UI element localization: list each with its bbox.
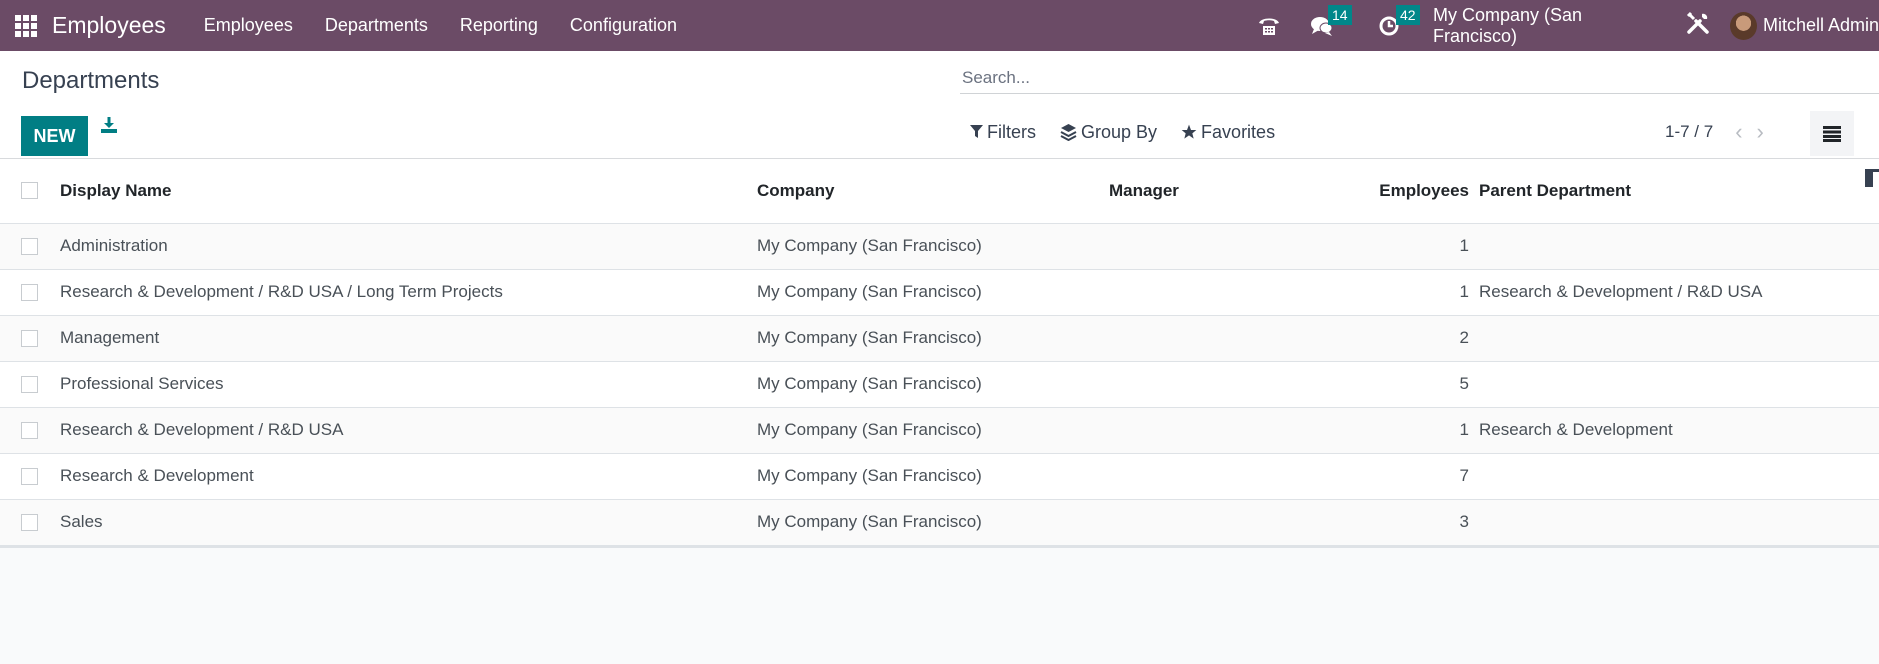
- row-checkbox[interactable]: [21, 375, 38, 393]
- cell-parent-department[interactable]: [1479, 361, 1879, 408]
- filters-label: Filters: [987, 121, 1036, 142]
- table-row[interactable]: Research & Development / R&D USA My Compa…: [0, 407, 1879, 454]
- row-checkbox[interactable]: [21, 467, 38, 485]
- table-row[interactable]: Administration My Company (San Francisco)…: [0, 223, 1879, 270]
- table-bottom-divider: [0, 545, 1879, 548]
- nav-configuration[interactable]: Configuration: [570, 15, 677, 36]
- table-row[interactable]: Professional Services My Company (San Fra…: [0, 361, 1879, 408]
- cell-company[interactable]: My Company (San Francisco): [757, 453, 1109, 500]
- table-row[interactable]: Research & Development My Company (San Fr…: [0, 453, 1879, 500]
- column-header-parent-department[interactable]: Parent Department: [1479, 159, 1879, 224]
- favorites-label: Favorites: [1201, 121, 1276, 142]
- filter-icon: [970, 125, 983, 138]
- cell-employees[interactable]: 2: [1285, 315, 1479, 362]
- search-bar: [960, 63, 1879, 94]
- cell-display-name[interactable]: Management: [60, 315, 757, 362]
- user-name[interactable]: Mitchell Admin: [1763, 15, 1879, 36]
- cell-employees[interactable]: 5: [1285, 361, 1479, 408]
- pager-next-icon[interactable]: ›: [1757, 119, 1764, 145]
- activities-clock-icon[interactable]: 42: [1378, 4, 1420, 37]
- messages-icon[interactable]: 14: [1310, 4, 1352, 37]
- cell-display-name[interactable]: Sales: [60, 499, 757, 546]
- nav-reporting[interactable]: Reporting: [460, 15, 538, 36]
- app-title[interactable]: Employees: [52, 12, 166, 39]
- pager-previous-icon[interactable]: ‹: [1735, 119, 1742, 145]
- company-switcher[interactable]: My Company (San Francisco): [1433, 5, 1660, 47]
- top-navbar: Employees Employees Departments Reportin…: [0, 0, 1879, 51]
- row-checkbox[interactable]: [21, 421, 38, 439]
- table-header-row: Display Name Company Manager Employees P…: [0, 159, 1879, 224]
- row-checkbox[interactable]: [21, 513, 38, 531]
- row-checkbox[interactable]: [21, 237, 38, 255]
- cell-manager[interactable]: [1109, 223, 1285, 270]
- cell-employees[interactable]: 1: [1285, 269, 1479, 316]
- cell-manager[interactable]: [1109, 407, 1285, 454]
- nav-departments[interactable]: Departments: [325, 15, 428, 36]
- cell-parent-department[interactable]: [1479, 499, 1879, 546]
- cell-employees[interactable]: 1: [1285, 407, 1479, 454]
- cell-employees[interactable]: 3: [1285, 499, 1479, 546]
- cell-parent-department[interactable]: Research & Development: [1479, 407, 1879, 454]
- cell-manager[interactable]: [1109, 499, 1285, 546]
- cell-display-name[interactable]: Research & Development: [60, 453, 757, 500]
- app-menu-icon[interactable]: [15, 14, 37, 37]
- cell-company[interactable]: My Company (San Francisco): [757, 223, 1109, 270]
- layers-icon: [1060, 124, 1077, 141]
- cell-display-name[interactable]: Administration: [60, 223, 757, 270]
- departments-table: Display Name Company Manager Employees P…: [0, 159, 1879, 546]
- cell-parent-department[interactable]: [1479, 315, 1879, 362]
- cell-manager[interactable]: [1109, 361, 1285, 408]
- new-button[interactable]: NEW: [21, 116, 88, 156]
- column-header-employees[interactable]: Employees: [1285, 159, 1479, 224]
- cell-display-name[interactable]: Research & Development / R&D USA: [60, 407, 757, 454]
- cell-parent-department[interactable]: [1479, 223, 1879, 270]
- group-by-button[interactable]: Group By: [1060, 122, 1157, 143]
- cell-manager[interactable]: [1109, 315, 1285, 362]
- cell-parent-department[interactable]: [1479, 453, 1879, 500]
- cell-company[interactable]: My Company (San Francisco): [757, 315, 1109, 362]
- cell-company[interactable]: My Company (San Francisco): [757, 407, 1109, 454]
- table-row[interactable]: Management My Company (San Francisco) 2: [0, 315, 1879, 362]
- list-view-button[interactable]: [1810, 111, 1854, 156]
- cell-employees[interactable]: 1: [1285, 223, 1479, 270]
- favorites-button[interactable]: Favorites: [1181, 122, 1275, 143]
- cell-display-name[interactable]: Research & Development / R&D USA / Long …: [60, 269, 757, 316]
- debug-tools-icon[interactable]: [1686, 11, 1710, 40]
- page-title: Departments: [22, 67, 160, 94]
- table-row[interactable]: Research & Development / R&D USA / Long …: [0, 269, 1879, 316]
- cell-company[interactable]: My Company (San Francisco): [757, 269, 1109, 316]
- list-icon: [1823, 125, 1841, 142]
- star-icon: [1181, 124, 1197, 139]
- cell-company[interactable]: My Company (San Francisco): [757, 361, 1109, 408]
- user-avatar[interactable]: [1730, 11, 1757, 40]
- cell-parent-department[interactable]: Research & Development / R&D USA: [1479, 269, 1879, 316]
- cell-company[interactable]: My Company (San Francisco): [757, 499, 1109, 546]
- filters-button[interactable]: Filters: [970, 122, 1036, 143]
- messages-count-badge: 14: [1328, 4, 1352, 25]
- column-header-display-name[interactable]: Display Name: [60, 159, 757, 224]
- activities-count-badge: 42: [1396, 4, 1420, 25]
- table-row[interactable]: Sales My Company (San Francisco) 3: [0, 499, 1879, 546]
- row-checkbox[interactable]: [21, 329, 38, 347]
- phone-icon[interactable]: [1258, 16, 1280, 36]
- group-by-label: Group By: [1081, 121, 1158, 142]
- pager-value[interactable]: 1-7 / 7: [1665, 122, 1713, 142]
- select-all-checkbox[interactable]: [21, 182, 38, 200]
- search-input[interactable]: [960, 63, 1879, 93]
- column-header-manager[interactable]: Manager: [1109, 159, 1285, 224]
- cell-manager[interactable]: [1109, 453, 1285, 500]
- cell-manager[interactable]: [1109, 269, 1285, 316]
- control-panel: Departments NEW Filters Group By Favorit…: [0, 51, 1879, 187]
- column-header-company[interactable]: Company: [757, 159, 1109, 224]
- cell-employees[interactable]: 7: [1285, 453, 1479, 500]
- nav-employees[interactable]: Employees: [204, 15, 293, 36]
- download-icon[interactable]: [100, 116, 118, 139]
- cell-display-name[interactable]: Professional Services: [60, 361, 757, 408]
- kanban-view-icon[interactable]: [1865, 169, 1879, 192]
- row-checkbox[interactable]: [21, 283, 38, 301]
